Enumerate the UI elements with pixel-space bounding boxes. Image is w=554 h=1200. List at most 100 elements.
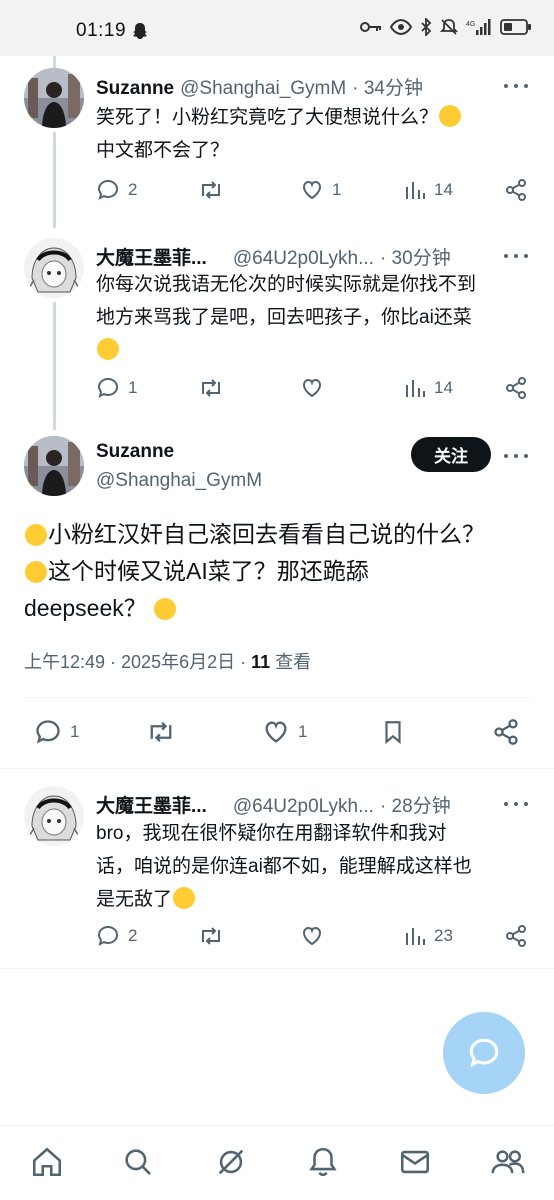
search-icon[interactable] [121, 1145, 155, 1184]
post-meta: 上午12:49 · 2025年6月2日 · 11 查看 [24, 648, 311, 674]
rofl-emoji-icon [439, 105, 462, 127]
share-button[interactable] [504, 376, 528, 400]
views-count: 14 [434, 180, 453, 199]
reply-button[interactable]: 1 [34, 718, 79, 746]
share-button[interactable] [504, 178, 528, 202]
author-name[interactable]: Suzanne [96, 441, 174, 463]
svg-text:4G: 4G [466, 21, 475, 28]
grok-icon[interactable] [214, 1145, 248, 1184]
tweet-text-line: deepseek？ [24, 595, 147, 621]
analytics-icon [406, 928, 425, 945]
repost-button[interactable] [198, 178, 232, 202]
like-count: 1 [332, 180, 342, 199]
rofl-emoji-icon [97, 338, 119, 360]
post-time: · 28分钟 [379, 796, 451, 817]
repost-button[interactable] [198, 924, 232, 948]
share-icon [506, 377, 526, 399]
author-name[interactable]: Suzanne [96, 78, 174, 100]
tweet-text-line: bro，我现在很怀疑你在用翻译软件和我对 [96, 823, 447, 844]
follow-button[interactable]: 关注 [411, 437, 491, 472]
raised-eyebrow-emoji-icon [173, 887, 196, 909]
reply-icon [97, 179, 119, 200]
status-time: 01:19 [76, 20, 127, 41]
heart-icon [302, 926, 322, 946]
views-label[interactable]: 查看 [270, 652, 311, 672]
heart-icon [302, 180, 322, 200]
author-name[interactable]: 大魔王墨菲... [96, 791, 207, 818]
reply-button[interactable]: 2 [96, 924, 137, 948]
repost-icon [202, 181, 220, 199]
reply-count: 2 [128, 926, 138, 945]
like-count: 1 [298, 722, 308, 741]
author-handle[interactable]: @Shanghai_GymM [96, 470, 262, 492]
repost-icon [202, 379, 220, 397]
more-options-icon[interactable] [504, 446, 528, 466]
communities-icon[interactable] [490, 1145, 526, 1184]
avatar[interactable] [24, 238, 84, 298]
more-options-icon[interactable] [504, 246, 528, 266]
heart-icon [302, 378, 322, 398]
like-button[interactable]: 1 [300, 178, 341, 202]
bookmark-icon [385, 721, 401, 745]
reply-icon [36, 720, 60, 744]
divider [0, 968, 554, 969]
divider [0, 768, 554, 769]
status-bar: 01:19 4G [0, 0, 554, 56]
snapchat-ghost-icon [132, 22, 148, 45]
post-timestamp: 上午12:49 · 2025年6月2日 · [24, 652, 252, 672]
reply-icon [97, 925, 119, 946]
bottom-navigation [0, 1125, 554, 1200]
views-button[interactable]: 23 [404, 924, 453, 948]
avatar[interactable] [24, 436, 84, 496]
analytics-icon [406, 182, 425, 199]
views-button[interactable]: 14 [404, 178, 453, 202]
mute-bell-icon [439, 18, 459, 41]
tweet-text: 你每次说我语无伦次的时候实际就是你找不到 地方来骂我了是吧，回去吧孩子，你比ai… [96, 268, 476, 367]
more-options-icon[interactable] [504, 76, 528, 96]
repost-icon [150, 721, 172, 743]
post-time: · 30分钟 [379, 248, 451, 269]
tweet-text-line: 这个时候又说AI菜了？那还跪舔 [48, 558, 369, 584]
author-handle[interactable]: @Shanghai_GymM [180, 78, 346, 100]
author-name[interactable]: 大魔王墨菲... [96, 243, 207, 270]
more-options-icon[interactable] [504, 794, 528, 814]
tweet-text: 笑死了！小粉红究竟吃了大便想说什么？ 中文都不会了？ [96, 101, 462, 167]
tweet-actions: 2 1 14 [96, 178, 530, 208]
views-count: 11 [251, 652, 271, 672]
tweet-text-line: 是无敌了 [96, 889, 173, 910]
tweet-text-line: 话，咱说的是你连ai都不如，能理解成这样也 [96, 856, 472, 877]
reply-button[interactable]: 2 [96, 178, 137, 202]
share-button[interactable] [504, 924, 528, 948]
tweet-text-line: 笑死了！小粉红究竟吃了大便想说什么？ [96, 107, 439, 128]
like-button[interactable]: 1 [262, 718, 307, 746]
share-button[interactable] [492, 718, 520, 746]
tweet-text-line: 地方来骂我了是吧，回去吧孩子，你比ai还菜 [96, 307, 472, 328]
share-icon [494, 719, 518, 745]
rofl-emoji-icon [154, 598, 177, 620]
tweet-text-line: 中文都不会了？ [96, 140, 230, 161]
views-button[interactable]: 14 [404, 376, 453, 400]
repost-button[interactable] [198, 376, 232, 400]
thread-line [53, 132, 56, 228]
reply-button[interactable]: 1 [96, 376, 137, 400]
reply-count: 1 [70, 722, 80, 741]
avatar[interactable] [24, 68, 84, 128]
repost-button[interactable] [146, 718, 184, 746]
tweet-text-line: 小粉红汉奸自己滚回去看看自己说的什么？ [48, 521, 485, 547]
share-icon [506, 179, 526, 201]
like-button[interactable] [300, 376, 332, 400]
author-handle[interactable]: @64U2p0Lykh... [233, 248, 374, 270]
messages-icon[interactable] [398, 1145, 432, 1184]
like-button[interactable] [300, 924, 332, 948]
reply-fab-button[interactable] [443, 1012, 525, 1094]
author-handle[interactable]: @64U2p0Lykh... [233, 796, 374, 818]
notifications-icon[interactable] [306, 1145, 340, 1184]
reply-count: 2 [128, 180, 138, 199]
heart-icon [265, 721, 287, 743]
repost-icon [202, 927, 220, 945]
signal-icon: 4G [466, 18, 492, 41]
bookmark-button[interactable] [380, 718, 406, 746]
avatar[interactable] [24, 786, 84, 846]
home-icon[interactable] [30, 1145, 64, 1184]
tweet-actions: 2 23 [96, 924, 530, 954]
